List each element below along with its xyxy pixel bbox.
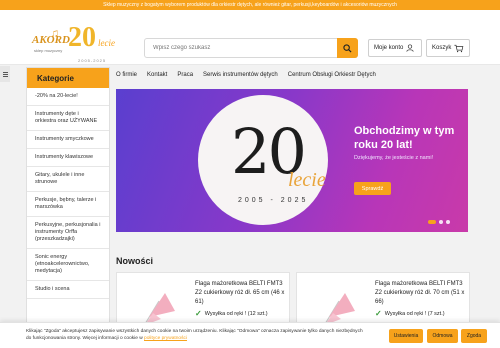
banner-years: 2005 - 2025	[238, 197, 309, 204]
nav-item-service[interactable]: Serwis instrumentów dętych	[203, 72, 278, 78]
logo-tagline: sklep muzyczny	[34, 48, 63, 53]
cart-label: Koszyk	[432, 45, 452, 51]
category-item[interactable]: Perkusyjne, perkusjonalia i instrumenty …	[27, 217, 109, 249]
menu-toggle-icon[interactable]	[0, 66, 10, 82]
search-box	[144, 38, 358, 58]
top-info-bar: Sklep muzyczny z bogatym wyborem produkt…	[0, 0, 500, 10]
nav-item-jobs[interactable]: Praca	[177, 72, 193, 78]
site-header: ♫ AKORD sklep muzyczny 20 lecie 2005-202…	[0, 10, 500, 64]
banner-subtitle: Dziękujemy, że jesteście z nami!	[354, 155, 434, 161]
category-sidebar: Kategorie -20% na 20-lecie! Instrumenty …	[26, 67, 110, 348]
search-input[interactable]	[145, 39, 337, 57]
logo-brand: AKORD	[32, 34, 70, 46]
cookie-accept-button[interactable]: Zgoda	[461, 329, 487, 343]
search-button[interactable]	[337, 38, 358, 58]
nav-item-contact[interactable]: Kontakt	[147, 72, 167, 78]
banner-title: Obchodzimy w tym roku 20 lat!	[354, 125, 455, 151]
category-item[interactable]: Gitary, ukulele i inne strunowe	[27, 167, 109, 192]
category-item[interactable]: Instrumenty klawiszowe	[27, 149, 109, 167]
product-availability: ✓ Wysyłka od ręki ! (12 szt.)	[195, 309, 268, 318]
availability-text: Wysyłka od ręki ! (7 szt.)	[384, 310, 445, 317]
privacy-policy-link[interactable]: polityce prywatności	[144, 336, 187, 341]
search-icon	[343, 43, 352, 53]
check-icon: ✓	[195, 309, 202, 318]
carousel-dots	[428, 220, 450, 224]
product-name[interactable]: Flaga mażoretkowa BELTI FMT3 Z2 cukierko…	[195, 280, 287, 307]
cookie-reject-button[interactable]: Odmowa	[427, 329, 458, 343]
nav-item-orchestra-center[interactable]: Centrum Obsługi Orkiestr Dętych	[288, 72, 376, 78]
category-item[interactable]: Perkusje, bębny, talerze i marszówka	[27, 192, 109, 217]
user-icon	[406, 44, 414, 52]
logo-anniversary: 20	[68, 22, 96, 53]
category-list: -20% na 20-lecie! Instrumenty dęte i ork…	[27, 88, 109, 299]
category-item[interactable]: Instrumenty smyczkowe	[27, 131, 109, 149]
check-icon: ✓	[375, 309, 382, 318]
main-nav: O firmie Kontakt Praca Serwis instrument…	[116, 68, 500, 82]
account-button[interactable]: Moje konto	[368, 39, 422, 57]
cookie-message: Klikając "Zgoda" akceptujesz zapisywanie…	[26, 328, 366, 342]
hero-banner[interactable]: 20 lecie 2005 - 2025 Obchodzimy w tym ro…	[116, 89, 468, 232]
logo-lecie: lecie	[98, 38, 115, 48]
category-item[interactable]: Studio i scena	[27, 281, 109, 299]
availability-text: Wysyłka od ręki ! (12 szt.)	[204, 310, 268, 317]
account-label: Moje konto	[374, 45, 404, 51]
carousel-dot-active[interactable]	[428, 220, 436, 224]
cookie-text: Klikając "Zgoda" akceptujesz zapisywanie…	[26, 329, 363, 341]
category-item[interactable]: -20% na 20-lecie!	[27, 88, 109, 106]
banner-check-button[interactable]: Sprawdź	[354, 182, 391, 195]
nav-item-about[interactable]: O firmie	[116, 72, 137, 78]
category-item[interactable]: Instrumenty dęte i orkiestra oraz UŻYWAN…	[27, 106, 109, 131]
cookie-settings-button[interactable]: Ustawienia	[389, 329, 423, 343]
product-name[interactable]: Flaga mażoretkowa BELTI FMT3 Z2 cukierko…	[375, 280, 467, 307]
cookie-bar: Klikając "Zgoda" akceptujesz zapisywanie…	[0, 322, 500, 348]
category-item[interactable]: Sonic energy (etnoakcelerownictwo, medyt…	[27, 249, 109, 281]
logo-years: 2005-2025	[78, 58, 107, 63]
header-divider	[0, 64, 500, 65]
banner-lecie: lecie	[288, 169, 326, 191]
cart-icon	[454, 44, 464, 52]
carousel-dot[interactable]	[446, 220, 450, 224]
cart-button[interactable]: Koszyk	[426, 39, 470, 57]
carousel-dot[interactable]	[439, 220, 443, 224]
new-products-heading: Nowości	[116, 256, 154, 266]
product-availability: ✓ Wysyłka od ręki ! (7 szt.)	[375, 309, 445, 318]
akord-logo[interactable]: ♫ AKORD sklep muzyczny 20 lecie 2005-202…	[32, 22, 132, 64]
category-header: Kategorie	[27, 68, 109, 88]
